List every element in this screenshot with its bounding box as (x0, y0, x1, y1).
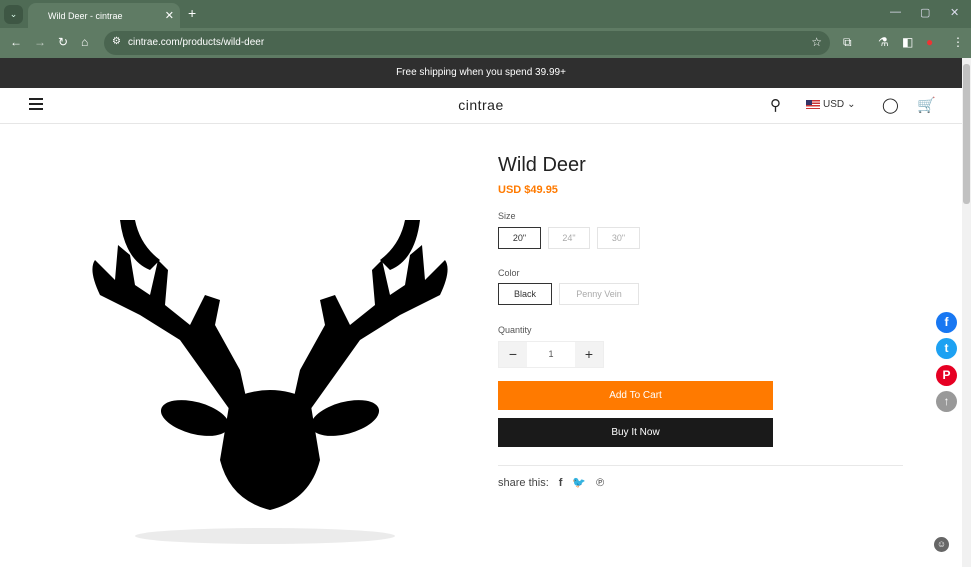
address-bar[interactable]: ⚙ cintrae.com/products/wild-deer ☆ (104, 31, 830, 55)
home-icon[interactable]: ⌂ (81, 35, 88, 49)
back-icon[interactable]: ← (10, 35, 22, 49)
color-option-black[interactable]: Black (498, 283, 552, 305)
size-label: Size (498, 211, 516, 221)
side-panel-icon[interactable]: ◧ (902, 35, 913, 49)
chat-widget-icon[interactable]: ☺ (934, 537, 949, 552)
forward-icon[interactable]: → (34, 35, 46, 49)
tab-title: Wild Deer - cintrae (48, 11, 123, 21)
scrollbar-thumb[interactable] (963, 64, 970, 204)
pinterest-share-icon[interactable]: ℗ (596, 477, 604, 489)
currency-selector[interactable]: USD ⌄ (806, 99, 856, 110)
back-to-top-icon[interactable]: ↑ (936, 391, 957, 412)
buy-it-now-button[interactable]: Buy It Now (498, 418, 773, 447)
cart-icon[interactable]: 🛒 (917, 96, 936, 114)
pinterest-float-icon[interactable]: P (936, 365, 957, 386)
browser-tab[interactable]: Wild Deer - cintrae ✕ (28, 3, 180, 28)
product-image[interactable] (80, 200, 460, 550)
new-tab-icon[interactable]: + (188, 5, 196, 21)
close-window-icon[interactable]: ✕ (950, 6, 959, 19)
size-option-24[interactable]: 24" (548, 227, 590, 249)
product-title: Wild Deer (498, 154, 586, 176)
tab-search-button[interactable]: ⌄ (4, 5, 23, 24)
facebook-float-icon[interactable]: f (936, 312, 957, 333)
size-option-30[interactable]: 30" (597, 227, 640, 249)
reload-icon[interactable]: ↻ (58, 35, 68, 49)
url-text: cintrae.com/products/wild-deer (128, 37, 265, 48)
add-to-cart-button[interactable]: Add To Cart (498, 381, 773, 410)
account-icon[interactable]: ◯ (882, 96, 899, 114)
quantity-stepper: − 1 + (498, 341, 604, 368)
share-label: share this: (498, 476, 549, 489)
browser-chrome: ⌄ Wild Deer - cintrae ✕ + — ▢ ✕ ← → ↻ ⌂ ⚙… (0, 0, 971, 58)
extensions-icon[interactable]: ⧉ (843, 35, 852, 50)
twitter-share-icon[interactable]: 🐦 (572, 476, 586, 489)
menu-kebab-icon[interactable]: ⋮ (952, 35, 964, 49)
maximize-icon[interactable]: ▢ (920, 6, 930, 19)
size-option-20[interactable]: 20" (498, 227, 541, 249)
site-header: cintrae ⚲ USD ⌄ ◯ 🛒 (0, 88, 962, 124)
color-option-penny-vein[interactable]: Penny Vein (559, 283, 639, 305)
divider (498, 465, 903, 466)
site-info-icon[interactable]: ⚙ (112, 36, 121, 47)
increase-quantity-button[interactable]: + (575, 342, 603, 367)
profile-avatar[interactable]: ● (926, 35, 933, 49)
color-label: Color (498, 268, 520, 278)
decrease-quantity-button[interactable]: − (499, 342, 527, 367)
currency-label: USD (823, 99, 845, 110)
share-row: share this: f 🐦 ℗ (498, 476, 604, 490)
minimize-icon[interactable]: — (890, 6, 901, 18)
labs-flask-icon[interactable]: ⚗ (878, 35, 889, 49)
bookmark-star-icon[interactable]: ☆ (811, 35, 822, 49)
us-flag-icon (806, 100, 820, 109)
quantity-input[interactable]: 1 (527, 342, 575, 367)
page-scrollbar[interactable] (962, 58, 971, 567)
promo-banner: Free shipping when you spend 39.99+ (0, 58, 962, 88)
product-price: USD $49.95 (498, 184, 558, 196)
twitter-float-icon[interactable]: t (936, 338, 957, 359)
search-icon[interactable]: ⚲ (770, 96, 781, 114)
facebook-share-icon[interactable]: f (559, 477, 563, 489)
chevron-down-icon: ⌄ (847, 99, 856, 110)
close-tab-icon[interactable]: ✕ (165, 9, 174, 22)
quantity-label: Quantity (498, 325, 532, 335)
